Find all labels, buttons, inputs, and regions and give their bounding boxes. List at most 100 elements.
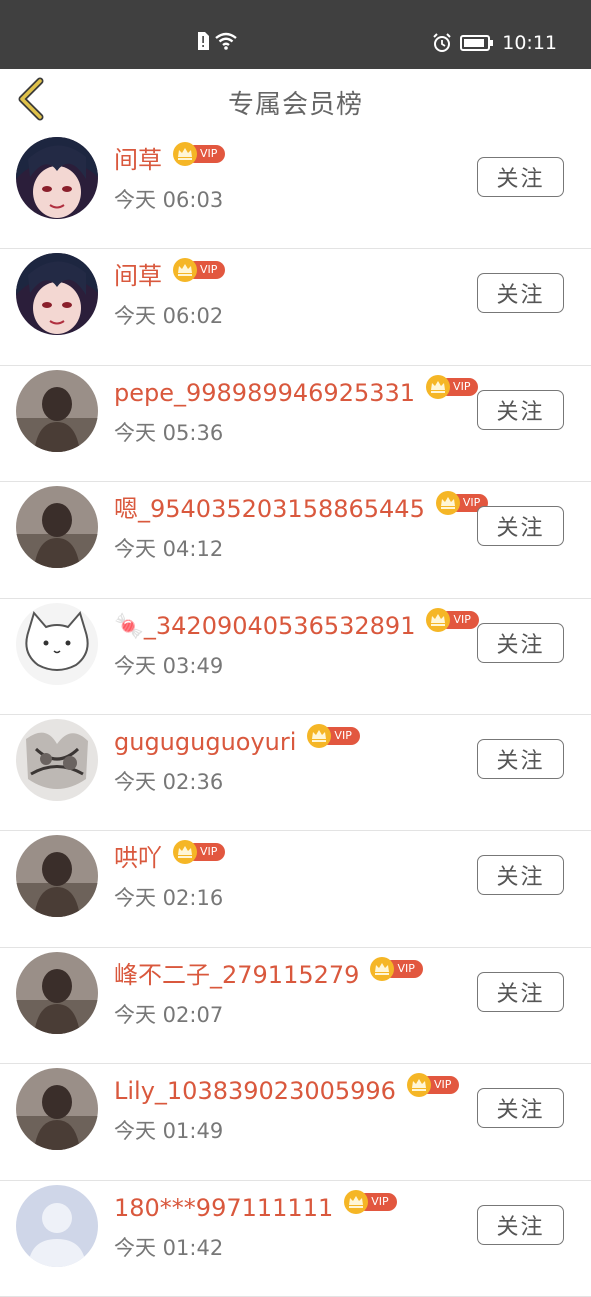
name-line: Lily_103839023005996 VIP: [114, 1072, 460, 1108]
vip-badge: VIP: [343, 1189, 397, 1215]
member-row[interactable]: pepe_998989946925331 VIP 今天 05:36 关注: [0, 366, 591, 483]
avatar[interactable]: [16, 1184, 98, 1267]
crown-icon: [173, 840, 197, 865]
vip-badge: VIP: [425, 607, 479, 633]
name-line: 180***997111111 VIP: [114, 1189, 397, 1225]
member-name[interactable]: 🍬_34209040536532891: [114, 609, 415, 643]
member-row[interactable]: Lily_103839023005996 VIP 今天 01:49 关注: [0, 1064, 591, 1181]
member-name[interactable]: 峰不二子_279115279: [114, 958, 359, 992]
member-name[interactable]: Lily_103839023005996: [114, 1074, 396, 1108]
avatar[interactable]: [16, 602, 98, 685]
member-time: 今天 01:49: [114, 1119, 224, 1144]
member-name[interactable]: 间草: [114, 259, 162, 293]
name-line: pepe_998989946925331 VIP: [114, 374, 479, 410]
status-icons-center: [196, 31, 238, 51]
member-row[interactable]: 180***997111111 VIP 今天 01:42 关注: [0, 1181, 591, 1297]
member-time: 今天 06:02: [114, 304, 224, 329]
crown-icon: [344, 1189, 369, 1214]
member-name[interactable]: 180***997111111: [114, 1191, 333, 1225]
crown-icon: [435, 491, 460, 516]
member-time: 今天 01:42: [114, 1235, 224, 1260]
member-list: 间草 VIP 今天 06:03 关注 间草 VIP 今天 06:02 关注 pepe_99898…: [0, 133, 591, 1297]
member-row[interactable]: 🍬_34209040536532891 VIP 今天 03:49 关注: [0, 599, 591, 715]
member-name[interactable]: 嗯_954035203158865445: [114, 492, 425, 526]
vip-badge: VIP: [306, 723, 360, 749]
anime-avatar-icon: [16, 253, 98, 336]
name-line: guguguguoyuri VIP: [114, 723, 360, 759]
follow-button[interactable]: 关注: [477, 1088, 564, 1129]
crown-icon: [173, 258, 197, 283]
member-name[interactable]: 间草: [114, 143, 162, 177]
avatar[interactable]: [16, 137, 98, 219]
anime-avatar-icon: [16, 137, 98, 219]
vip-badge: VIP: [172, 141, 226, 167]
follow-button[interactable]: 关注: [477, 273, 564, 314]
member-row[interactable]: 峰不二子_279115279 VIP 今天 02:07 关注: [0, 948, 591, 1065]
sketch-avatar-icon: [16, 718, 98, 801]
page-title: 专属会员榜: [227, 90, 363, 120]
member-time: 今天 02:36: [114, 769, 224, 794]
avatar[interactable]: [16, 835, 98, 918]
member-time: 今天 02:07: [114, 1002, 224, 1027]
photo-avatar-icon: [16, 951, 98, 1034]
follow-button[interactable]: 关注: [477, 622, 564, 663]
avatar[interactable]: [16, 951, 98, 1034]
member-time: 今天 02:16: [114, 886, 224, 911]
avatar[interactable]: [16, 486, 98, 569]
member-name[interactable]: guguguguoyuri: [114, 725, 296, 759]
crown-icon: [370, 956, 395, 981]
default-avatar-icon: [16, 1184, 98, 1267]
crown-icon: [406, 1073, 431, 1098]
avatar[interactable]: [16, 369, 98, 452]
status-icons-right: 10:11: [432, 31, 557, 55]
name-line: 间草 VIP: [114, 257, 226, 293]
vip-badge: VIP: [369, 956, 423, 982]
photo-avatar-icon: [16, 835, 98, 918]
member-name[interactable]: pepe_998989946925331: [114, 376, 415, 410]
wifi-icon: [215, 32, 237, 50]
follow-button[interactable]: 关注: [477, 1204, 564, 1245]
header: 专属会员榜: [0, 69, 591, 133]
member-time: 今天 04:12: [114, 537, 224, 562]
name-line: 嗯_954035203158865445 VIP: [114, 491, 489, 526]
member-name[interactable]: 哄吖: [114, 841, 162, 875]
status-bar: 10:11: [0, 0, 591, 69]
avatar[interactable]: [16, 1068, 98, 1151]
follow-button[interactable]: 关注: [477, 738, 564, 779]
follow-button[interactable]: 关注: [477, 389, 564, 430]
member-row[interactable]: 哄吖 VIP 今天 02:16 关注: [0, 831, 591, 948]
name-line: 哄吖 VIP: [114, 839, 226, 875]
crown-icon: [307, 723, 332, 748]
member-row[interactable]: 嗯_954035203158865445 VIP 今天 04:12 关注: [0, 482, 591, 599]
crown-icon: [426, 374, 451, 399]
follow-button[interactable]: 关注: [477, 157, 564, 197]
avatar[interactable]: [16, 253, 98, 336]
member-time: 今天 06:03: [114, 188, 224, 212]
name-line: 间草 VIP: [114, 141, 226, 177]
member-row[interactable]: 间草 VIP 今天 06:02 关注: [0, 249, 591, 366]
cat-sketch-avatar-icon: [16, 602, 98, 685]
vip-badge: VIP: [406, 1072, 460, 1098]
member-time: 今天 03:49: [114, 653, 224, 678]
member-row[interactable]: guguguguoyuri VIP 今天 02:36 关注: [0, 715, 591, 832]
photo-avatar-icon: [16, 1068, 98, 1151]
crown-icon: [426, 607, 451, 632]
vip-badge: VIP: [172, 839, 226, 865]
member-time: 今天 05:36: [114, 420, 224, 445]
follow-button[interactable]: 关注: [477, 506, 564, 547]
crown-icon: [173, 142, 197, 166]
status-time: 10:11: [502, 32, 557, 54]
photo-avatar-icon: [16, 486, 98, 569]
avatar[interactable]: [16, 718, 98, 801]
sim-alert-icon: [198, 32, 209, 50]
name-line: 峰不二子_279115279 VIP: [114, 956, 423, 992]
vip-badge: VIP: [425, 374, 479, 400]
follow-button[interactable]: 关注: [477, 971, 564, 1012]
follow-button[interactable]: 关注: [477, 855, 564, 896]
name-line: 🍬_34209040536532891 VIP: [114, 607, 479, 643]
alarm-icon: [433, 33, 451, 52]
member-row[interactable]: 间草 VIP 今天 06:03 关注: [0, 133, 591, 250]
vip-badge: VIP: [172, 257, 226, 283]
photo-avatar-icon: [16, 369, 98, 452]
battery-icon: [460, 35, 494, 51]
